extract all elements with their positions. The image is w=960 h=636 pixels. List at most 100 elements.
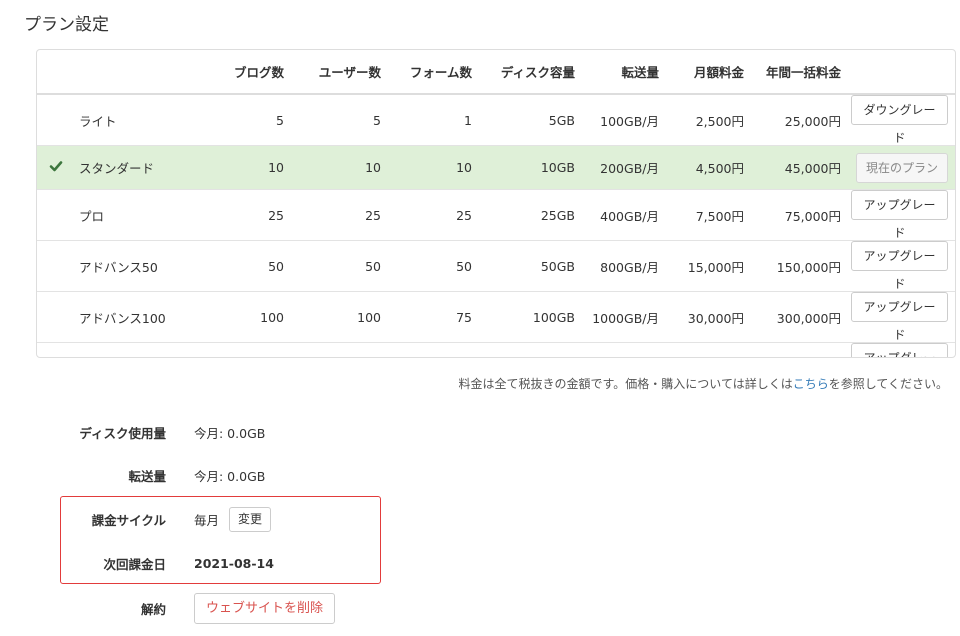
cell-disk: 100GB: [482, 291, 585, 343]
cell-annual: 300,000円: [754, 291, 851, 343]
table-row: プロ 25 25 25 25GB 400GB/月 7,500円 75,000円 アップグレード: [37, 189, 955, 241]
next-billing-label: 次回課金日: [103, 556, 166, 572]
cell-monthly: 7,500円: [669, 189, 754, 241]
disk-usage-row: ディスク使用量 今月: 0.0GB: [0, 417, 500, 447]
header-forms: フォーム数: [391, 50, 482, 95]
cell-blogs: 250: [195, 342, 294, 357]
disk-usage-value: 今月: 0.0GB: [194, 425, 266, 441]
cell-action: ダウングレード: [851, 94, 955, 146]
cell-plan-name: スタンダード: [75, 145, 195, 190]
cell-annual: 750,000円: [754, 342, 851, 357]
billing-cycle-value-wrap: 毎月 変更: [194, 506, 272, 532]
cell-action: アップグレード: [851, 240, 955, 292]
cell-disk: 50GB: [482, 240, 585, 292]
cell-current-marker: [37, 342, 75, 357]
cell-blogs: 5: [276, 112, 284, 128]
check-icon: [49, 161, 63, 172]
cell-forms: 25: [391, 189, 482, 241]
cell-annual: 45,000円: [754, 145, 851, 190]
table-row: スタンダード 10 10 10 10GB 200GB/月 4,500円 45,000円 現在のプ…: [37, 145, 955, 190]
cell-disk: 5GB: [548, 112, 575, 128]
header-blogs: ブログ数: [195, 50, 294, 95]
cell-monthly: 15,000円: [669, 240, 754, 292]
billing-cycle-row: 課金サイクル 毎月 変更: [0, 504, 500, 534]
disk-usage-label: ディスク使用量: [79, 425, 166, 441]
cell-annual: 75,000円: [754, 189, 851, 241]
cell-plan-name: プロ: [75, 189, 195, 241]
cell-plan-name: ライト: [79, 113, 117, 129]
header-action: [851, 50, 955, 95]
cell-monthly: 2,500円: [695, 113, 744, 129]
change-plan-button[interactable]: アップグレード: [851, 241, 948, 291]
cell-annual: 150,000円: [754, 240, 851, 292]
change-plan-button[interactable]: アップグレード: [851, 292, 948, 342]
change-plan-button[interactable]: アップグレード: [851, 343, 948, 357]
cell-current-marker: [37, 145, 75, 190]
cell-forms: 10: [391, 145, 482, 190]
cell-forms: 1: [464, 112, 472, 128]
cancel-row: 解約 ウェブサイトを削除: [0, 592, 500, 624]
transfer-value: 今月: 0.0GB: [194, 468, 266, 484]
cell-monthly: 4,500円: [669, 145, 754, 190]
cell-plan-name: アドバンス50: [75, 240, 195, 292]
page-title: プラン設定: [24, 15, 109, 35]
header-transfer: 転送量: [585, 50, 669, 95]
change-billing-cycle-button[interactable]: 変更: [229, 506, 272, 532]
table-row: アドバンス50 50 50 50 50GB 800GB/月 15,000円 150,000円ア…: [37, 240, 955, 292]
header-plan: [75, 50, 195, 95]
table-row: アドバンス100 100 100 75 100GB 1000GB/月 30,000円 300,…: [37, 291, 955, 343]
cell-current-marker: [37, 94, 75, 146]
cell-plan-name: アドバンス100: [75, 291, 195, 343]
cancel-label: 解約: [140, 601, 166, 617]
plan-table-grid: ブログ数 ユーザー数 フォーム数 ディスク容量 転送量 月額料金 年間一括料金 …: [37, 50, 955, 357]
header-annual: 年間一括料金: [754, 50, 851, 95]
pricing-note-text: 料金は全て税抜きの金額です。価格・購入については詳しくは: [458, 377, 793, 391]
cancel-value-wrap: ウェブサイトを削除: [194, 592, 336, 624]
table-header-row: ブログ数 ユーザー数 フォーム数 ディスク容量 転送量 月額料金 年間一括料金: [37, 50, 955, 95]
cell-current-marker: [37, 240, 75, 292]
cell-action: 現在のプラン: [851, 145, 955, 190]
cell-forms: 75: [391, 291, 482, 343]
change-plan-button[interactable]: アップグレード: [851, 190, 948, 240]
cell-blogs: 50: [195, 240, 294, 292]
cell-current-marker: [37, 189, 75, 241]
header-users: ユーザー数: [294, 50, 391, 95]
cell-disk: 25GB: [482, 189, 585, 241]
cell-forms: 50: [391, 240, 482, 292]
cell-users: 100: [294, 291, 391, 343]
cell-monthly: 75,000円: [669, 342, 754, 357]
cell-disk: 250GB: [482, 342, 585, 357]
cell-blogs: 25: [195, 189, 294, 241]
pricing-note-text-end: を参照してください。: [828, 377, 948, 391]
cell-plan-name: アドバンス250: [75, 342, 195, 357]
cell-users: 5: [373, 112, 381, 128]
cell-users: 10: [294, 145, 391, 190]
cell-monthly: 30,000円: [669, 291, 754, 343]
cell-disk: 10GB: [482, 145, 585, 190]
cell-blogs: 10: [195, 145, 294, 190]
pricing-details-link[interactable]: こちら: [793, 377, 829, 391]
cell-forms: 100: [391, 342, 482, 357]
cell-users: 25: [294, 189, 391, 241]
next-billing-value: 2021-08-14: [194, 555, 274, 571]
cell-transfer: 800GB/月: [585, 240, 669, 292]
table-row: ライト 5 5 1 5GB 100GB/月 2,500円 25,000円 ダウングレード: [37, 94, 955, 146]
cell-current-marker: [37, 291, 75, 343]
cell-transfer: 100GB/月: [600, 113, 659, 129]
billing-cycle-label: 課金サイクル: [91, 512, 166, 528]
pricing-note: 料金は全て税抜きの金額です。価格・購入については詳しくはこちらを参照してください…: [459, 375, 949, 392]
cell-transfer: 200GB/月: [585, 145, 669, 190]
header-monthly: 月額料金: [669, 50, 754, 95]
cell-users: 50: [294, 240, 391, 292]
delete-website-button[interactable]: ウェブサイトを削除: [194, 592, 336, 624]
next-billing-row: 次回課金日 2021-08-14: [0, 548, 500, 578]
cell-blogs: 100: [195, 291, 294, 343]
cell-transfer: 1000GB/月: [585, 291, 669, 343]
cell-action: アップグレード: [851, 189, 955, 241]
billing-cycle-value: 毎月: [194, 512, 220, 528]
header-disk: ディスク容量: [482, 50, 585, 95]
cell-transfer: 1000GB/月: [585, 342, 669, 357]
change-plan-button[interactable]: ダウングレード: [851, 95, 948, 145]
cell-action: アップグレード: [851, 342, 955, 357]
header-check: [37, 50, 75, 95]
